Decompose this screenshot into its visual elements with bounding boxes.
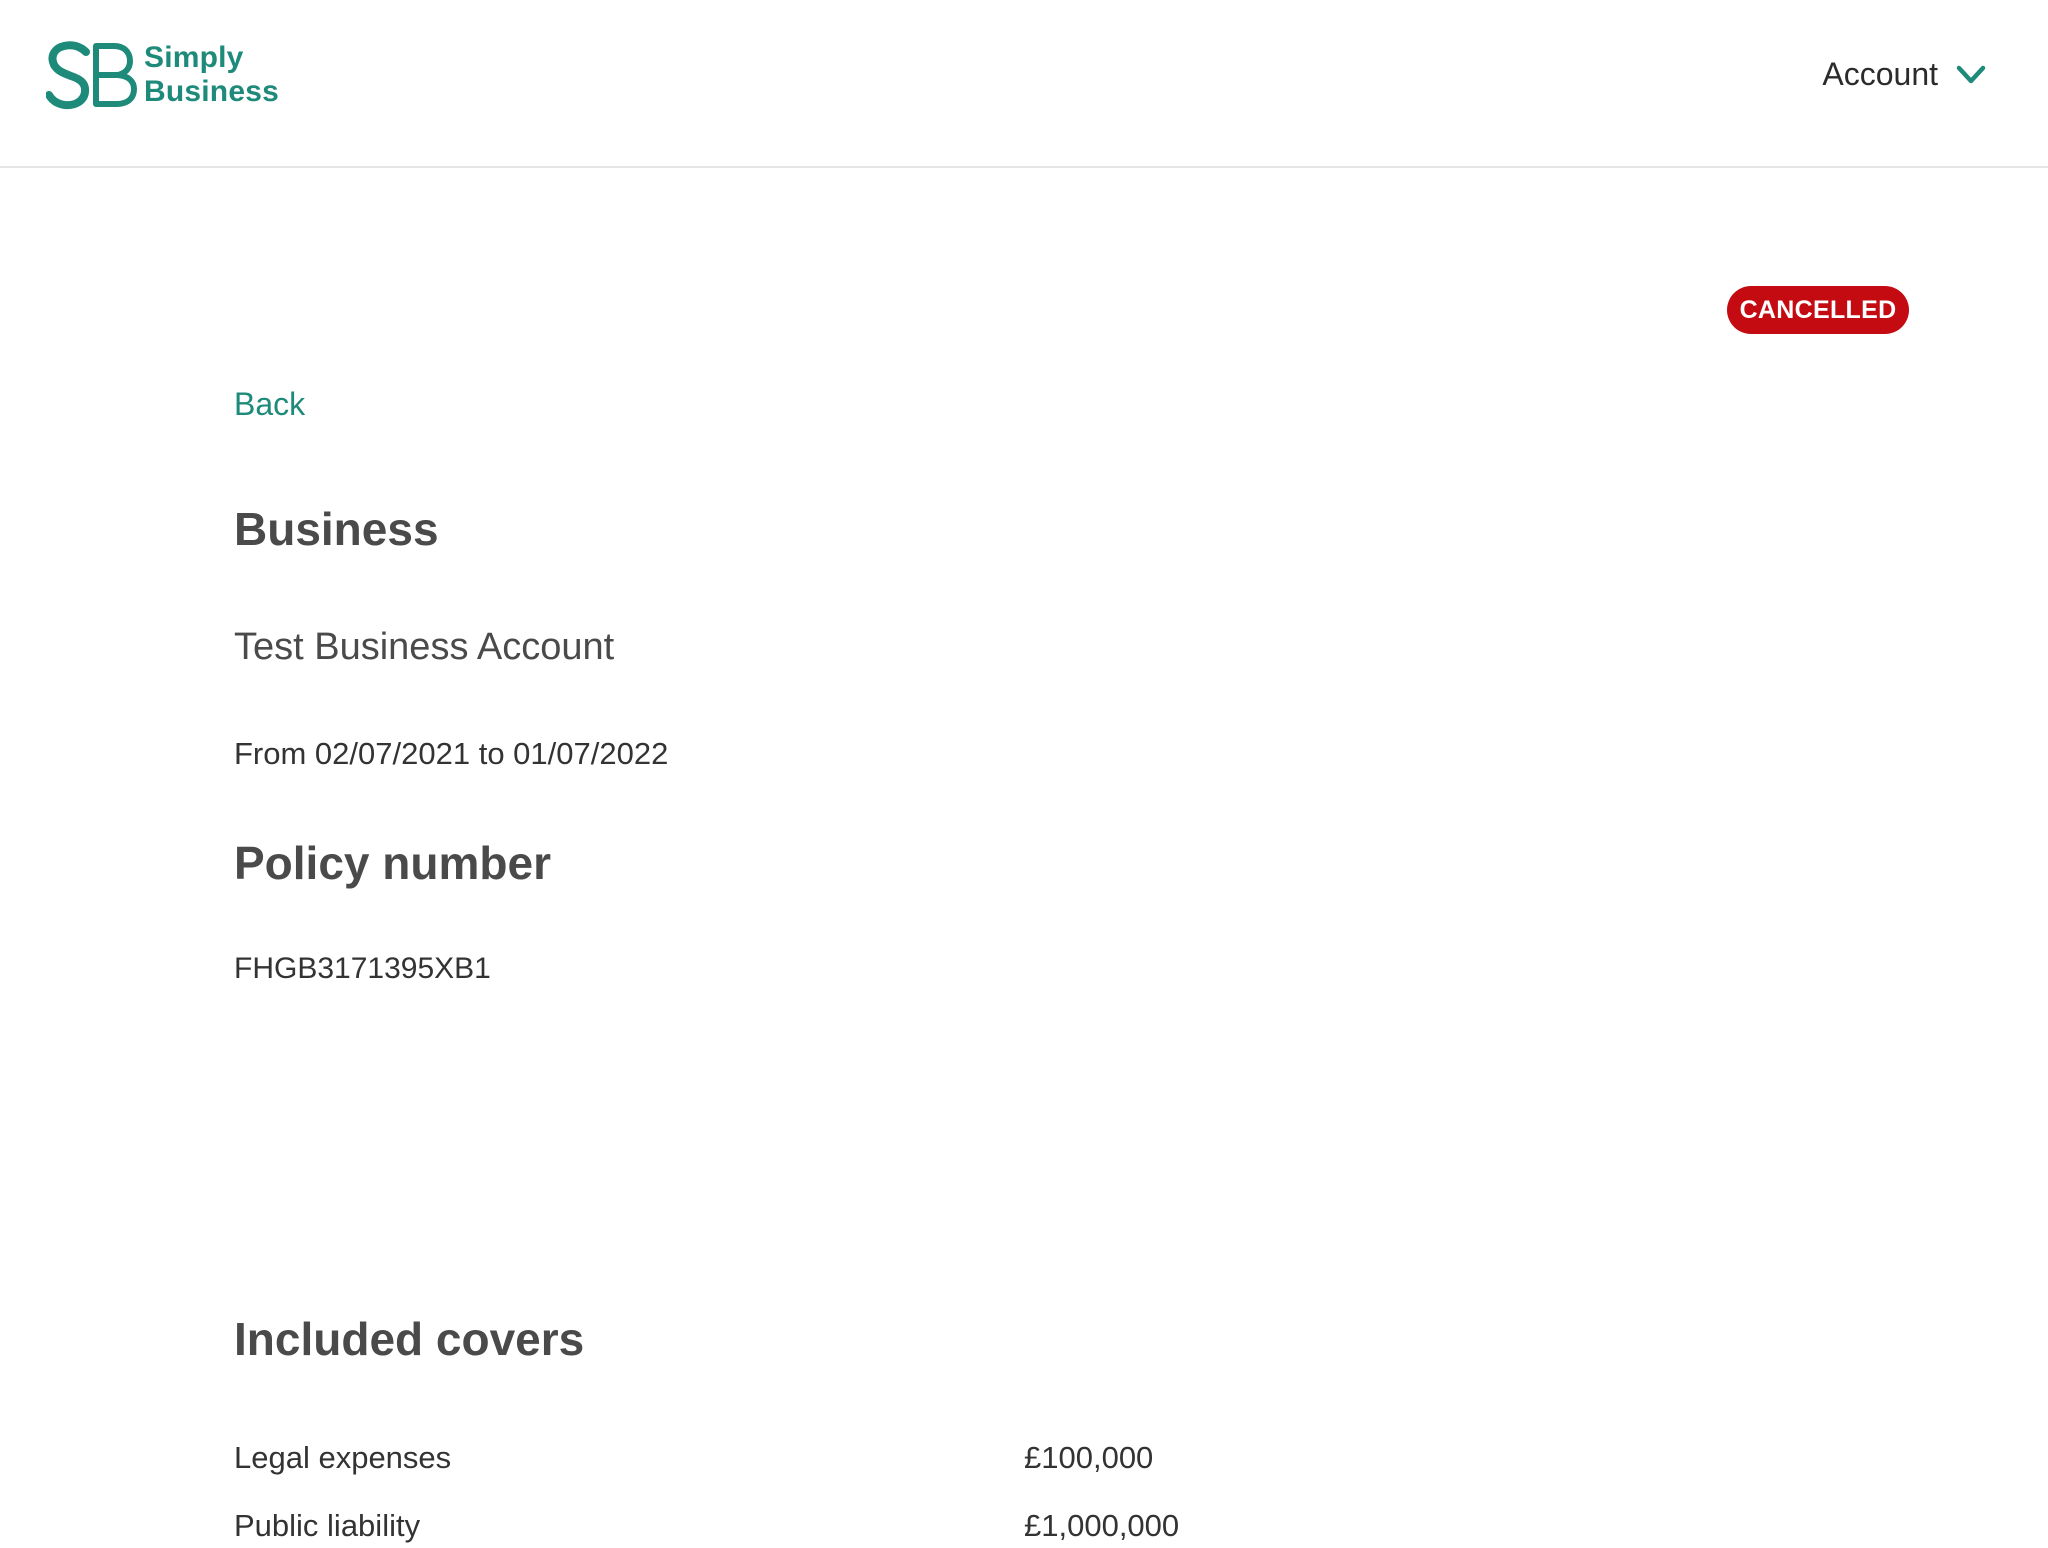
cover-name: Public liability (234, 1508, 421, 1543)
cover-limit: £100,000 (1024, 1440, 1154, 1475)
status-badge: CANCELLED (1727, 286, 1909, 334)
top-header: Simply Business Account (0, 0, 2048, 168)
policy-number-heading: Policy number (234, 837, 551, 889)
cover-name: Legal expenses (234, 1440, 452, 1475)
business-name: Test Business Account (234, 626, 615, 668)
logo-line-2: Business (144, 75, 279, 108)
included-covers-heading: Included covers (234, 1313, 585, 1365)
cover-limit: £1,000,000 (1024, 1508, 1180, 1543)
sb-logo-mark (46, 41, 137, 110)
cover-row: Legal expenses £100,000 (234, 1440, 1234, 1480)
chevron-down-icon (1956, 65, 1986, 83)
account-menu-button[interactable]: Account (1822, 56, 1986, 93)
policy-number: FHGB3171395XB1 (234, 952, 491, 985)
logo-wordmark: Simply Business (144, 41, 279, 109)
cover-row: Public liability £1,000,000 (234, 1508, 1234, 1548)
simply-business-logo[interactable]: Simply Business (46, 40, 279, 110)
policy-period: From 02/07/2021 to 01/07/2022 (234, 736, 669, 771)
account-menu-label: Account (1822, 56, 1938, 92)
logo-line-1: Simply (144, 41, 244, 74)
back-link[interactable]: Back (234, 386, 305, 423)
business-heading: Business (234, 503, 439, 555)
